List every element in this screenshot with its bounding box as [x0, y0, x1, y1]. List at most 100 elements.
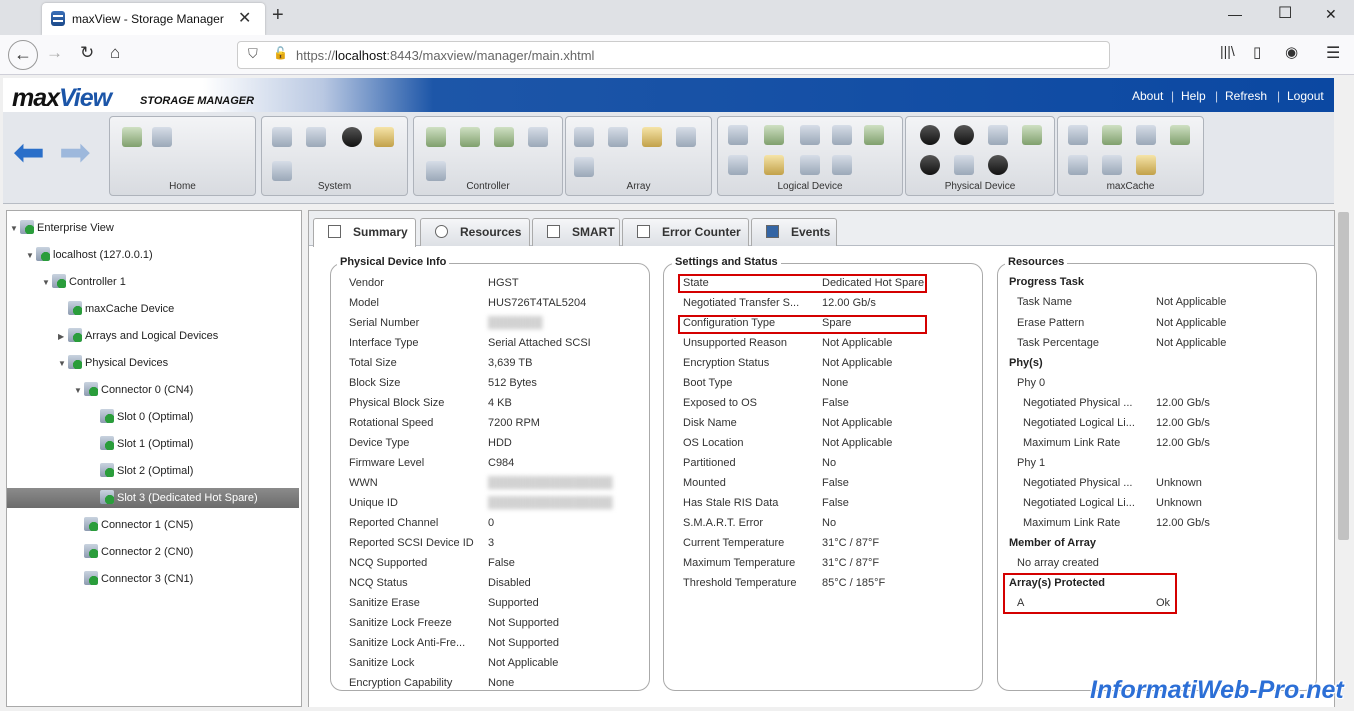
expanded-arrow-icon[interactable]: ▼: [58, 354, 68, 374]
maxcache-settings-icon[interactable]: [1068, 125, 1088, 145]
tree-item[interactable]: ▼ Connector 0 (CN4): [74, 380, 193, 400]
new-tab-icon[interactable]: +: [272, 4, 284, 27]
tree-item[interactable]: Connector 2 (CN0): [74, 542, 193, 562]
logical-device-clock-icon[interactable]: [832, 125, 852, 145]
controller-lock-icon[interactable]: [426, 161, 446, 181]
logical-device-remove-icon[interactable]: [832, 155, 852, 175]
add-system-icon[interactable]: [122, 127, 142, 147]
property-label: Sanitize Lock: [349, 657, 415, 669]
expanded-arrow-icon[interactable]: ▼: [42, 273, 52, 293]
tab-resources[interactable]: Resources: [420, 218, 530, 246]
library-icon[interactable]: |||\: [1220, 43, 1235, 59]
lock-warning-icon[interactable]: 🔓: [273, 46, 288, 60]
array-search-icon[interactable]: [676, 127, 696, 147]
shield-icon[interactable]: ⛉: [248, 46, 258, 62]
tree-item[interactable]: Slot 0 (Optimal): [90, 407, 193, 427]
expanded-arrow-icon[interactable]: ▼: [26, 246, 36, 266]
tab-error-counter[interactable]: Error Counter: [622, 218, 749, 246]
toolbar-group-label: maxCache: [1106, 181, 1155, 192]
expanded-arrow-icon[interactable]: ▼: [74, 381, 84, 401]
property-label: Firmware Level: [349, 457, 425, 469]
add-maxcache-icon[interactable]: [1102, 125, 1122, 145]
array-delete-icon[interactable]: [574, 157, 594, 177]
nav-back-arrow-icon[interactable]: ⬅: [13, 134, 45, 172]
log-icon[interactable]: [374, 127, 394, 147]
app-logo: maxView: [12, 84, 112, 112]
logical-device-delete-icon[interactable]: [800, 155, 820, 175]
page-scrollbar-thumb[interactable]: [1338, 212, 1349, 540]
about-link[interactable]: About: [1132, 89, 1163, 103]
refresh-link[interactable]: Refresh: [1225, 89, 1267, 103]
menu-icon[interactable]: ☰: [1326, 43, 1340, 63]
account-icon[interactable]: ◉: [1285, 43, 1298, 61]
controller-clock-icon[interactable]: [528, 127, 548, 147]
tab-events[interactable]: Events: [751, 218, 837, 246]
device-status-icon: [68, 355, 82, 369]
property-label: Sanitize Erase: [349, 597, 420, 609]
back-icon[interactable]: ←: [8, 40, 38, 70]
collapsed-arrow-icon[interactable]: ▶: [58, 327, 68, 347]
expanded-arrow-icon[interactable]: ▼: [10, 219, 20, 239]
sidebar-toggle-icon[interactable]: ▯: [1253, 43, 1261, 61]
maxcache-config-icon[interactable]: [1136, 155, 1156, 175]
tree-item[interactable]: ▼ Physical Devices: [58, 353, 168, 373]
maxcache-disable-icon[interactable]: [1136, 125, 1156, 145]
system-settings-icon[interactable]: [272, 127, 292, 147]
maxcache-extend-icon[interactable]: [1170, 125, 1190, 145]
physical-device-edit-icon[interactable]: [954, 155, 974, 175]
tree-item[interactable]: Connector 1 (CN5): [74, 515, 193, 535]
maxcache-delete-icon[interactable]: [1102, 155, 1122, 175]
logout-link[interactable]: Logout: [1287, 89, 1324, 103]
physical-device-search-icon[interactable]: [920, 155, 940, 175]
controller-search-icon[interactable]: [494, 127, 514, 147]
nav-forward-arrow-icon[interactable]: ➡: [59, 134, 91, 172]
minimize-icon[interactable]: —: [1228, 6, 1242, 22]
logical-device-edit-icon[interactable]: [764, 155, 784, 175]
toolbar-group-logical-device: Logical Device: [717, 116, 903, 196]
tree-item[interactable]: ▶ Arrays and Logical Devices: [58, 326, 218, 346]
array-tools-icon[interactable]: [608, 127, 628, 147]
maximize-icon[interactable]: ☐: [1278, 3, 1292, 23]
physical-device-clock-icon[interactable]: [988, 125, 1008, 145]
physical-device-delete-icon[interactable]: [988, 155, 1008, 175]
tree-item[interactable]: maxCache Device: [58, 299, 174, 319]
tree-item[interactable]: Slot 2 (Optimal): [90, 461, 193, 481]
property-value: 7200 RPM: [488, 417, 540, 429]
property-value: 3: [488, 537, 495, 549]
system-tools-icon[interactable]: [306, 127, 326, 147]
logical-device-settings-icon[interactable]: [728, 125, 748, 145]
controller-settings-icon[interactable]: [426, 127, 446, 147]
property-label: OS Location: [683, 437, 744, 449]
tree-item[interactable]: Connector 3 (CN1): [74, 569, 193, 589]
toolbar-group-label: Array: [626, 181, 651, 192]
logical-device-extend-icon[interactable]: [864, 125, 884, 145]
array-settings-icon[interactable]: [574, 127, 594, 147]
tab-smart[interactable]: SMART: [532, 218, 620, 246]
add-logical-device-icon[interactable]: [764, 125, 784, 145]
tree-item[interactable]: ▼ Controller 1: [42, 272, 126, 292]
close-window-icon[interactable]: ✕: [1325, 6, 1337, 23]
gear-icon[interactable]: [342, 127, 362, 147]
logical-device-refresh-icon[interactable]: [800, 125, 820, 145]
array-config-icon[interactable]: [642, 127, 662, 147]
maxcache-search-icon[interactable]: [1068, 155, 1088, 175]
forward-icon[interactable]: →: [46, 43, 63, 63]
reload-icon[interactable]: ↻: [80, 43, 94, 63]
tab-summary[interactable]: Summary: [313, 218, 416, 247]
tree-item[interactable]: ▼ Enterprise View: [10, 218, 114, 238]
physical-device-tools-icon[interactable]: [954, 125, 974, 145]
controller-tools-icon[interactable]: [460, 127, 480, 147]
tree-item[interactable]: Slot 1 (Optimal): [90, 434, 193, 454]
help-link[interactable]: Help: [1181, 89, 1206, 103]
tree-item[interactable]: Slot 3 (Dedicated Hot Spare): [7, 488, 299, 508]
logical-device-search-icon[interactable]: [728, 155, 748, 175]
browser-tab[interactable]: maxView - Storage Manager ✕: [42, 3, 265, 35]
home-icon[interactable]: ⌂: [110, 43, 120, 63]
remove-system-icon[interactable]: [152, 127, 172, 147]
physical-device-settings-icon[interactable]: [920, 125, 940, 145]
property-label: Vendor: [349, 277, 384, 289]
system-search-icon[interactable]: [272, 161, 292, 181]
tree-item[interactable]: ▼ localhost (127.0.0.1): [26, 245, 153, 265]
physical-device-extend-icon[interactable]: [1022, 125, 1042, 145]
close-tab-icon[interactable]: ✕: [238, 8, 251, 28]
